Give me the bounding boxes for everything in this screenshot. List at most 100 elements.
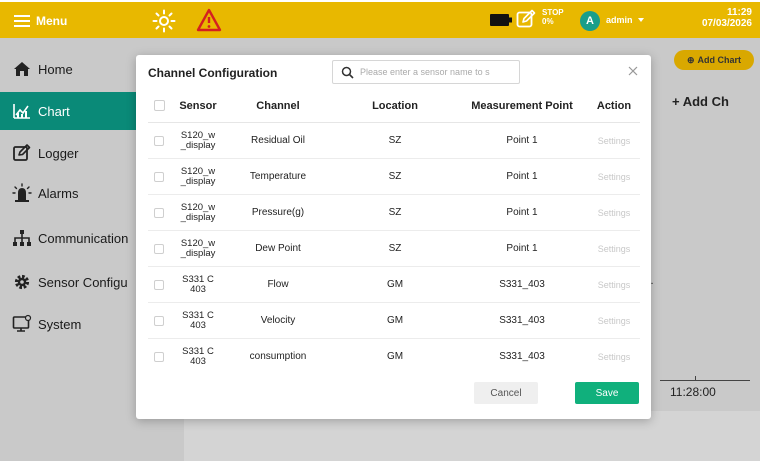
sidebar-item-label: Home — [38, 61, 73, 77]
cell-sensor: S331 C 403 — [182, 309, 214, 331]
cell-measurement-point: Point 1 — [506, 135, 538, 146]
channel-table-body[interactable]: S120_w _display Residual Oil SZ Point 1 … — [148, 123, 640, 369]
select-all-checkbox[interactable] — [153, 100, 165, 111]
row-checkbox-cell — [148, 231, 170, 266]
settings-link[interactable]: Settings — [588, 339, 640, 369]
channel-config-dialog: Channel Configuration Sensor Channel Loc… — [136, 55, 651, 419]
table-row: S331 C 403 Velocity GM S331_403 Settings — [148, 303, 640, 339]
col-sensor: Sensor — [179, 99, 217, 112]
menu-label: Menu — [36, 14, 68, 28]
cell-sensor: S120_w _display — [180, 201, 216, 223]
monitor-icon — [12, 314, 32, 332]
row-checkbox-cell — [148, 339, 170, 369]
settings-link[interactable]: Settings — [588, 123, 640, 158]
row-checkbox-cell — [148, 195, 170, 230]
row-checkbox-cell — [148, 159, 170, 194]
settings-link[interactable]: Settings — [588, 231, 640, 266]
network-icon — [13, 230, 31, 246]
save-button[interactable]: Save — [575, 382, 639, 404]
cell-location: SZ — [388, 171, 402, 182]
cell-measurement-point: S331_403 — [499, 315, 545, 326]
cell-measurement-point: Point 1 — [506, 207, 538, 218]
settings-link[interactable]: Settings — [588, 195, 640, 230]
user-menu[interactable]: admin — [606, 15, 644, 25]
sun-icon[interactable] — [152, 9, 176, 33]
cell-sensor: S120_w _display — [180, 165, 216, 187]
table-row: S120_w _display Residual Oil SZ Point 1 … — [148, 123, 640, 159]
edit-icon[interactable] — [516, 9, 536, 29]
warning-icon[interactable] — [196, 8, 222, 32]
table-header: Sensor Channel Location Measurement Poin… — [148, 89, 640, 123]
clock-time: 11:29 — [726, 7, 752, 18]
avatar[interactable]: A — [580, 11, 600, 31]
chart-icon — [13, 104, 30, 119]
cell-location: GM — [386, 315, 404, 326]
col-location: Location — [372, 99, 418, 112]
select-all-cell — [148, 89, 170, 122]
cell-channel: consumption — [249, 351, 307, 362]
row-checkbox-cell — [148, 267, 170, 302]
x-axis-time-label: 11:28:00 — [670, 385, 716, 399]
cell-sensor: S331 C 403 — [182, 273, 214, 295]
x-axis-tick — [695, 376, 696, 381]
table-row: S331 C 403 Flow GM S331_403 Settings — [148, 267, 640, 303]
cell-channel: Temperature — [249, 171, 307, 182]
cell-location: GM — [386, 279, 404, 290]
sidebar-item-label: Sensor Configu — [38, 274, 128, 290]
cell-channel: Residual Oil — [251, 135, 305, 146]
menu-button[interactable]: Menu — [14, 10, 67, 32]
cancel-button[interactable]: Cancel — [474, 382, 538, 404]
dialog-title: Channel Configuration — [148, 66, 278, 80]
plus-circle-icon: ⊕ — [686, 54, 695, 65]
row-checkbox[interactable] — [154, 351, 164, 362]
cell-location: SZ — [388, 207, 402, 218]
table-row: S120_w _display Temperature SZ Point 1 S… — [148, 159, 640, 195]
cell-location: SZ — [388, 243, 402, 254]
settings-link[interactable]: Settings — [588, 303, 640, 338]
cell-location: SZ — [388, 135, 402, 146]
row-checkbox[interactable] — [154, 171, 164, 182]
cell-sensor: S120_w _display — [180, 129, 216, 151]
caret-down-icon — [637, 18, 644, 22]
cell-measurement-point: S331_403 — [499, 351, 545, 362]
user-name: admin — [606, 15, 633, 25]
logger-icon — [13, 144, 31, 161]
cell-location: GM — [386, 351, 404, 362]
x-axis-line — [660, 380, 750, 381]
settings-link[interactable]: Settings — [588, 267, 640, 302]
stop-percent: 0% — [542, 17, 554, 26]
add-chart-tab[interactable]: + Add Ch — [672, 94, 729, 109]
search-icon — [341, 66, 354, 79]
cell-measurement-point: Point 1 — [506, 243, 538, 254]
sensor-search-box[interactable] — [332, 60, 520, 84]
settings-link[interactable]: Settings — [588, 159, 640, 194]
row-checkbox[interactable] — [154, 135, 164, 146]
row-checkbox[interactable] — [154, 279, 164, 290]
row-checkbox[interactable] — [154, 207, 164, 218]
col-action: Action — [596, 99, 632, 112]
sidebar-item-label: Communication — [38, 230, 129, 246]
add-chart-button[interactable]: ⊕ Add Chart — [674, 50, 754, 70]
cell-channel: Pressure(g) — [251, 207, 305, 218]
top-bar: Menu STOP 0% A admin 11:29 07/03/2026 — [0, 0, 760, 38]
stop-label: STOP — [542, 8, 564, 17]
cell-sensor: S331 C 403 — [182, 345, 214, 367]
sidebar-item-label: Chart — [38, 103, 70, 119]
sidebar-item-label: Logger — [38, 145, 79, 161]
col-measurement-point: Measurement Point — [471, 99, 573, 112]
cell-channel: Dew Point — [255, 243, 301, 254]
cell-sensor: S120_w _display — [180, 237, 216, 259]
home-icon — [14, 62, 30, 76]
sidebar-item-label: Alarms — [38, 185, 79, 201]
row-checkbox[interactable] — [154, 243, 164, 254]
cell-channel: Velocity — [260, 315, 296, 326]
alarm-icon — [12, 183, 32, 202]
sensor-search-input[interactable] — [360, 67, 519, 77]
cell-channel: Flow — [267, 279, 289, 290]
table-row: S331 C 403 consumption GM S331_403 Setti… — [148, 339, 640, 369]
sidebar-item-label: System — [38, 316, 82, 332]
close-icon[interactable] — [628, 66, 638, 76]
stop-status: STOP 0% — [542, 8, 564, 26]
row-checkbox[interactable] — [154, 315, 164, 326]
col-channel: Channel — [256, 99, 300, 112]
